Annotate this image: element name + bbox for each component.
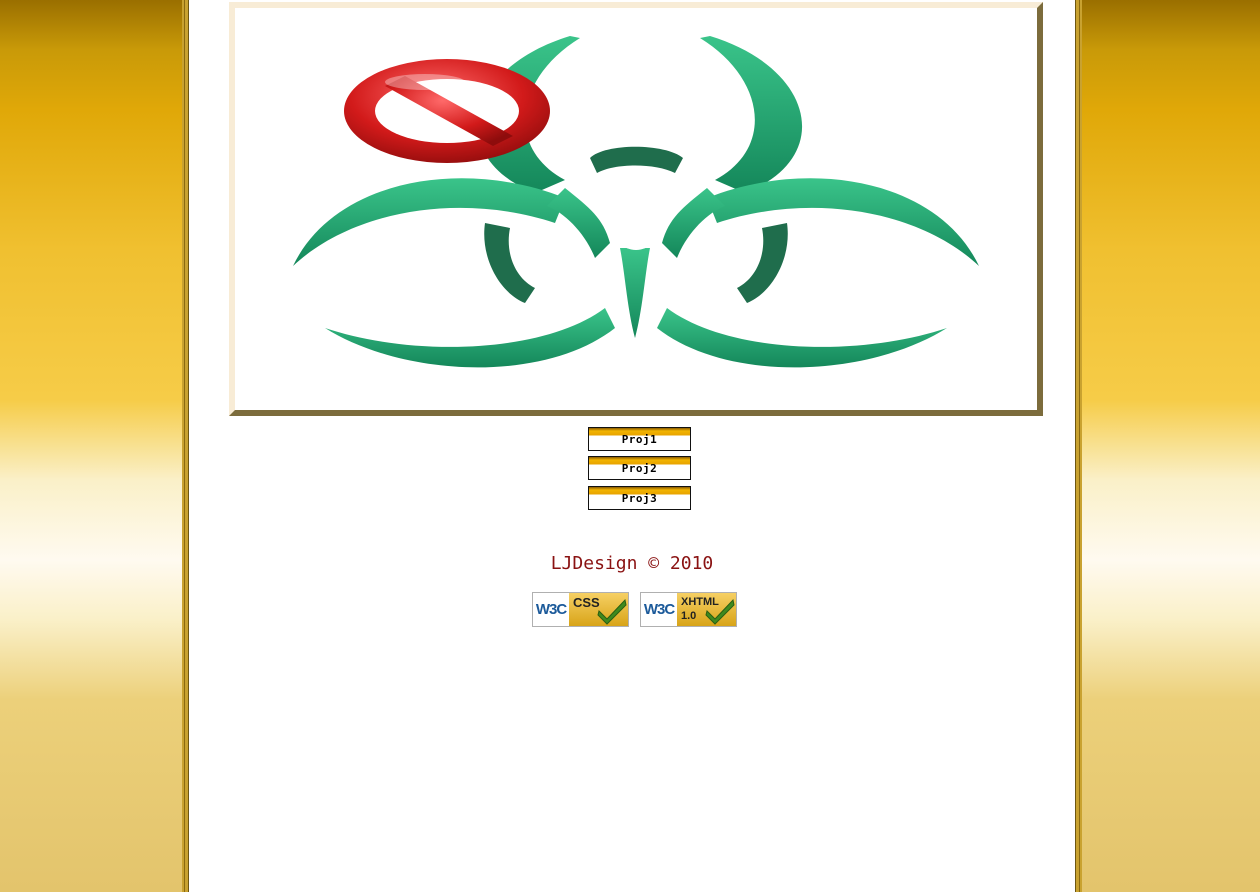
copyright-text: LJDesign © 2010 [550, 553, 714, 574]
w3c-logo-text: W3C [641, 593, 677, 626]
checkmark-icon [597, 598, 627, 625]
nav-button-proj1[interactable]: Proj1 [588, 427, 691, 451]
css-badge-label: CSS [569, 593, 628, 626]
biohazard-image [293, 36, 979, 368]
header-banner [229, 2, 1043, 416]
w3c-css-badge[interactable]: W3C CSS [532, 592, 629, 627]
checkmark-icon [705, 598, 735, 625]
nav-button-proj3[interactable]: Proj3 [588, 486, 691, 510]
w3c-xhtml-badge[interactable]: W3C XHTML 1.0 [640, 592, 737, 627]
w3c-logo-text: W3C [533, 593, 569, 626]
xhtml-badge-label: XHTML 1.0 [677, 593, 736, 626]
nav-button-proj2[interactable]: Proj2 [588, 456, 691, 480]
